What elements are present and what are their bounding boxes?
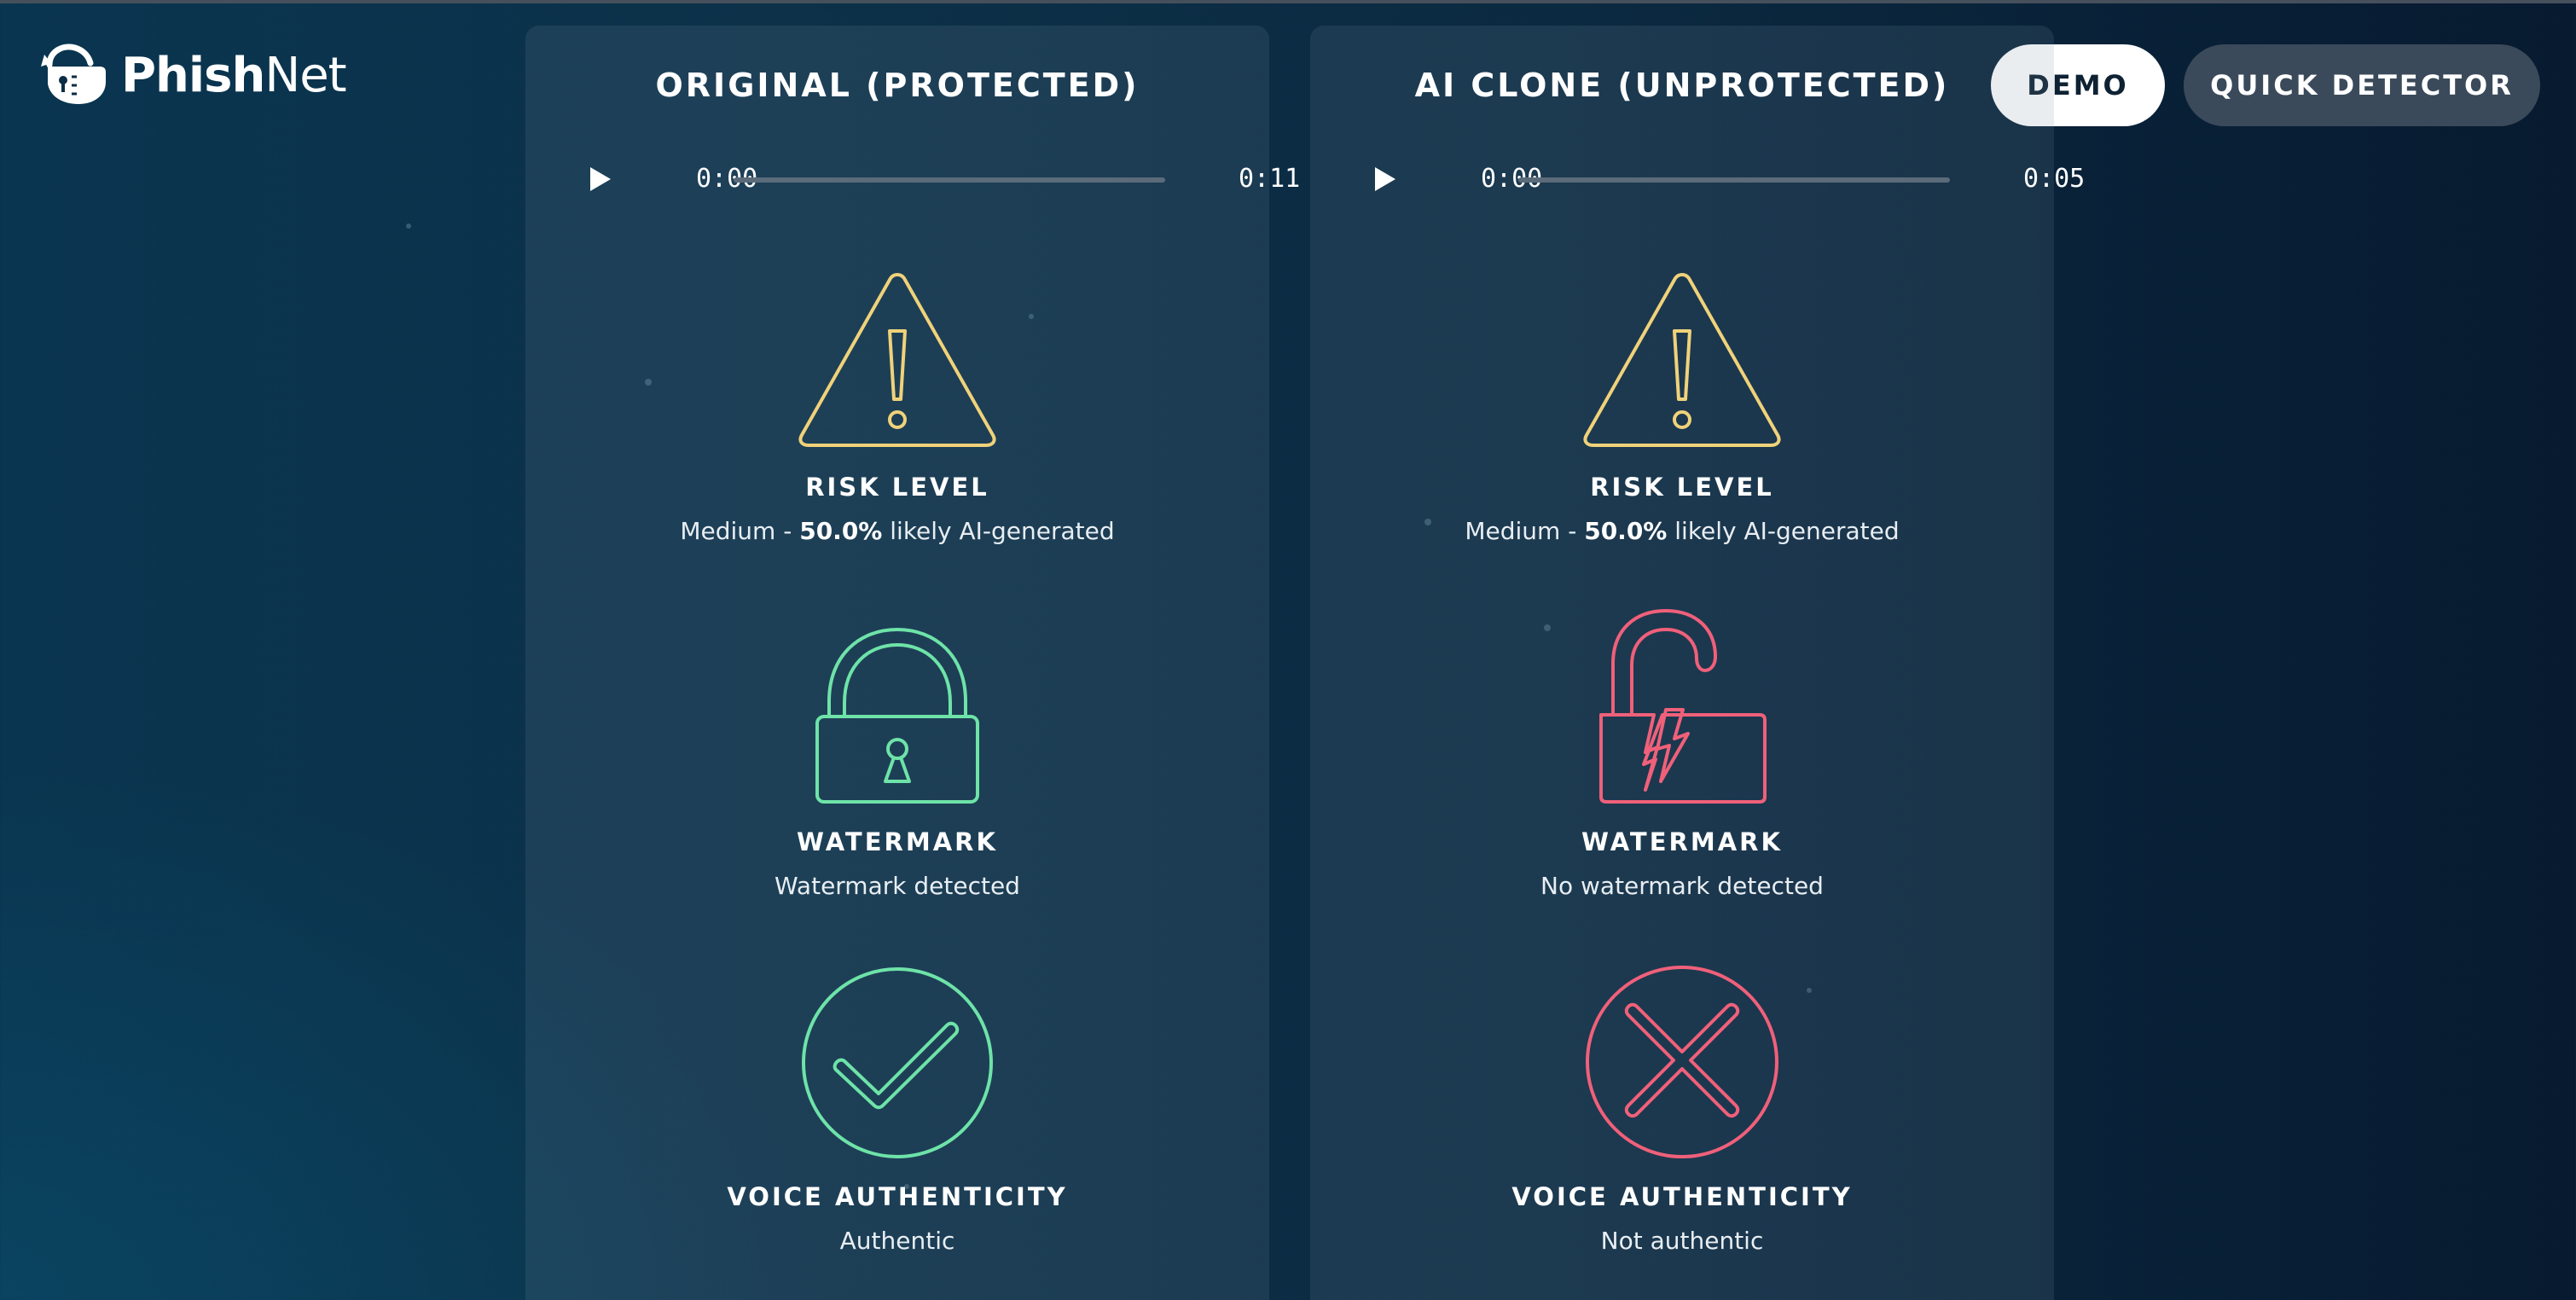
lock-broken-icon (1599, 609, 1767, 804)
watermark-label: WATERMARK (797, 827, 998, 856)
voice-authenticity-label: VOICE AUTHENTICITY (727, 1182, 1068, 1211)
app-name: PhishNet (121, 47, 347, 103)
duration: 0:11 (1239, 164, 1301, 194)
risk-level-value: Medium - 50.0% likely AI-generated (1465, 517, 1900, 545)
voice-authenticity-status: Not authentic (1600, 1227, 1764, 1255)
x-circle-icon (1586, 966, 1778, 1158)
voice-authenticity-section: VOICE AUTHENTICITY Authentic (525, 966, 1269, 1255)
watermark-status: Watermark detected (775, 872, 1020, 900)
quick-detector-button[interactable]: QUICK DETECTOR (2184, 44, 2540, 126)
watermark-status: No watermark detected (1540, 872, 1824, 900)
audio-player: 0:00 0:05 (1365, 160, 2085, 198)
risk-level-label: RISK LEVEL (1590, 473, 1774, 502)
voice-authenticity-status: Authentic (839, 1227, 955, 1255)
original-protected-panel: ORIGINAL (PROTECTED) 0:00 0:11 RISK LEVE… (525, 26, 1300, 1300)
window-top-border (0, 0, 2576, 3)
lock-closed-icon (815, 627, 979, 804)
watermark-section: WATERMARK Watermark detected (525, 611, 1269, 900)
ai-clone-unprotected-panel: AI CLONE (UNPROTECTED) 0:00 0:05 RISK LE… (1310, 26, 2085, 1300)
risk-level-section: RISK LEVEL Medium - 50.0% likely AI-gene… (1310, 263, 2054, 545)
voice-authenticity-label: VOICE AUTHENTICITY (1511, 1182, 1853, 1211)
seek-bar[interactable] (734, 177, 1165, 183)
watermark-section: WATERMARK No watermark detected (1310, 602, 2054, 900)
check-circle-icon (802, 967, 993, 1158)
warning-triangle-icon (798, 273, 996, 447)
phishnet-logo-icon (41, 44, 106, 104)
voice-authenticity-section: VOICE AUTHENTICITY Not authentic (1310, 964, 2054, 1255)
audio-player: 0:00 0:11 (580, 160, 1300, 198)
background-particle (406, 223, 411, 229)
warning-triangle-icon (1583, 273, 1781, 447)
risk-level-value: Medium - 50.0% likely AI-generated (680, 517, 1115, 545)
seek-bar[interactable] (1518, 177, 1950, 183)
panel-title: AI CLONE (UNPROTECTED) (1414, 67, 1950, 104)
app-logo[interactable]: PhishNet (38, 41, 347, 109)
panel-title: ORIGINAL (PROTECTED) (655, 67, 1140, 104)
watermark-label: WATERMARK (1581, 827, 1783, 856)
play-icon[interactable] (580, 160, 618, 198)
risk-level-label: RISK LEVEL (805, 473, 989, 502)
play-icon[interactable] (1365, 160, 1402, 198)
risk-level-section: RISK LEVEL Medium - 50.0% likely AI-gene… (525, 263, 1269, 545)
duration: 0:05 (2023, 164, 2086, 194)
